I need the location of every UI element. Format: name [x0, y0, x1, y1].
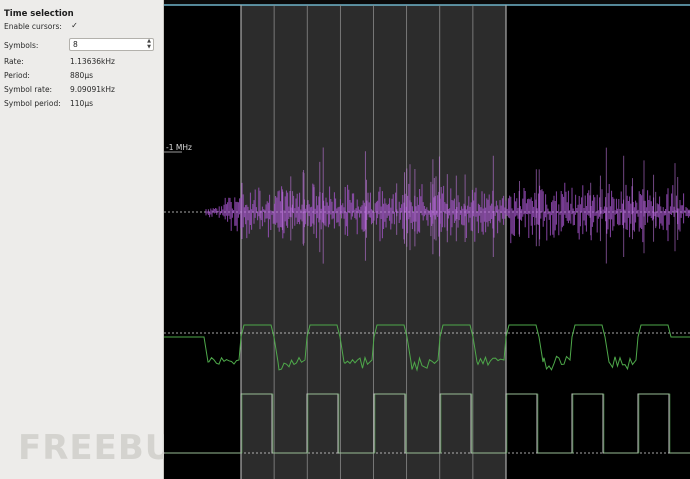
symbol-period-label: Symbol period: [4, 99, 61, 108]
spin-down-icon[interactable]: ▼ [145, 44, 153, 51]
rate-label: Rate: [4, 57, 24, 66]
enable-cursors-label: Enable cursors: [4, 22, 62, 31]
period-label: Period: [4, 71, 30, 80]
symbols-spinner[interactable]: ▲ ▼ [145, 38, 153, 51]
period-value: 880µs [70, 71, 93, 80]
plot-canvas[interactable]: -1 MHz [164, 0, 690, 479]
symbol-period-value: 110µs [70, 99, 93, 108]
panel-title: Time selection [4, 9, 74, 19]
symbol-rate-value: 9.09091kHz [70, 85, 115, 94]
enable-cursors-checkbox[interactable]: ✓ [70, 21, 79, 30]
symbol-rate-label: Symbol rate: [4, 85, 53, 94]
symbols-input[interactable] [69, 38, 154, 51]
symbols-label: Symbols: [4, 41, 39, 50]
time-selection-panel: Time selection Enable cursors: ✓ Symbols… [0, 0, 197, 479]
signal-plot[interactable]: -1 MHz [164, 0, 690, 479]
rate-value: 1.13636kHz [70, 57, 115, 66]
freq-axis-label: -1 MHz [166, 143, 192, 152]
